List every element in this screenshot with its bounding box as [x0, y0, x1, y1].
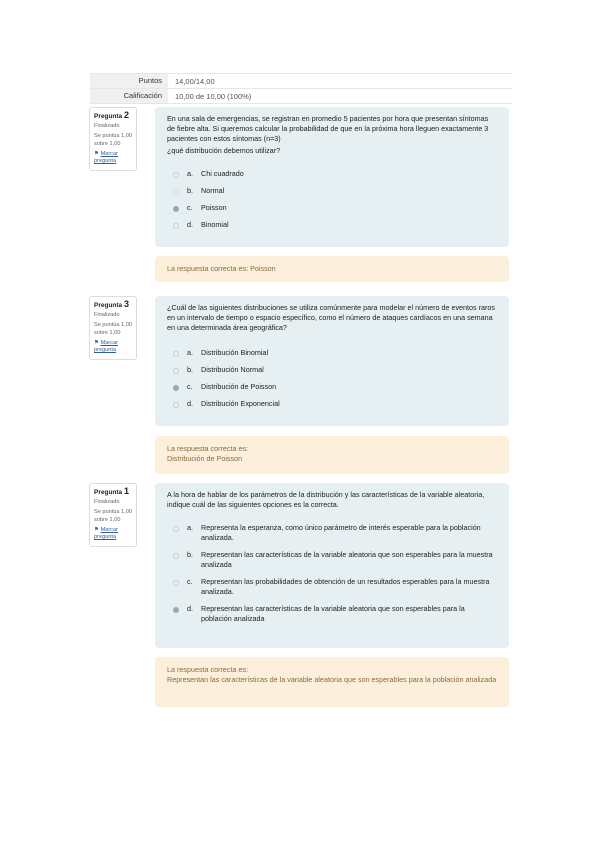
- feedback-box: La respuesta correcta es: Distribución d…: [155, 436, 509, 474]
- feedback-text: La respuesta correcta es:: [167, 444, 249, 453]
- question-state: Finalizado: [94, 123, 120, 130]
- radio-button[interactable]: [173, 189, 179, 195]
- radio-button[interactable]: [173, 402, 179, 408]
- radio-button[interactable]: [173, 368, 179, 374]
- answer-option[interactable]: b. Normal: [167, 186, 497, 196]
- answer-option[interactable]: c. Distribución de Poisson: [167, 382, 497, 392]
- flag-question-link[interactable]: ⚑ Marcar pregunta: [94, 151, 132, 165]
- question-text: A la hora de hablar de los parámetros de…: [167, 490, 485, 509]
- points-label: Puntos: [90, 74, 168, 88]
- question-text: En una sala de emergencias, se registran…: [167, 114, 489, 143]
- question-text: ¿Cuál de las siguientes distribuciones s…: [167, 303, 495, 332]
- flag-icon: ⚑: [94, 339, 100, 346]
- answer-option[interactable]: b. Distribución Normal: [167, 365, 497, 375]
- question-title: Pregunta 1: [94, 486, 129, 497]
- answer-option[interactable]: a. Representa la esperanza, como único pa…: [167, 523, 497, 543]
- question-content: A la hora de hablar de los parámetros de…: [155, 483, 509, 648]
- question-grade: Se puntúa 1,00 sobre 1,00: [94, 133, 132, 147]
- feedback-box: La respuesta correcta es: Representan la…: [155, 657, 509, 707]
- feedback-answer: Distribución de Poisson: [167, 454, 243, 463]
- answer-option[interactable]: a. Chi cuadrado: [167, 169, 497, 179]
- flag-icon: ⚑: [94, 150, 100, 157]
- answer-option[interactable]: b. Representan las características de la …: [167, 550, 497, 570]
- question-content: ¿Cuál de las siguientes distribuciones s…: [155, 296, 509, 426]
- question-grade: Se puntúa 1,00 sobre 1,00: [94, 322, 132, 336]
- grade-value: 10,00 de 10,00 (100%): [175, 91, 252, 101]
- question-info-panel: Pregunta 1 Finalizado Se puntúa 1,00 sob…: [89, 483, 137, 548]
- question-state: Finalizado: [94, 499, 120, 506]
- question-info-panel: Pregunta 3 Finalizado Se puntúa 1,00 sob…: [89, 296, 137, 361]
- radio-button[interactable]: [173, 351, 179, 357]
- question-subtext: ¿qué distribución debemos utilizar?: [167, 146, 281, 155]
- feedback-answer: Representan las características de la va…: [167, 675, 497, 684]
- radio-button[interactable]: [173, 385, 179, 391]
- feedback-text: La respuesta correcta es:: [167, 665, 249, 674]
- radio-button[interactable]: [173, 223, 179, 229]
- points-value: 14,00/14,00: [175, 76, 215, 86]
- flag-icon: ⚑: [94, 526, 100, 533]
- answer-option[interactable]: d. Representan las características de la …: [167, 604, 497, 624]
- answer-option[interactable]: a. Distribución Binomial: [167, 348, 497, 358]
- answer-option[interactable]: c. Representan las probabilidades de obte…: [167, 577, 497, 597]
- question-title: Pregunta 2: [94, 110, 129, 121]
- question-content: En una sala de emergencias, se registran…: [155, 107, 509, 247]
- flag-question-link[interactable]: ⚑ Marcar pregunta: [94, 527, 132, 541]
- feedback-box: La respuesta correcta es: Poisson: [155, 256, 509, 282]
- radio-button[interactable]: [173, 526, 179, 532]
- attempt-summary: Puntos 14,00/14,00 Calificación 10,00 de…: [90, 73, 512, 104]
- radio-button[interactable]: [173, 172, 179, 178]
- question-title: Pregunta 3: [94, 299, 129, 310]
- question-state: Finalizado: [94, 312, 120, 319]
- summary-row-points: Puntos 14,00/14,00: [90, 74, 512, 89]
- radio-button[interactable]: [173, 607, 179, 613]
- question-grade: Se puntúa 1,00 sobre 1,00: [94, 509, 132, 523]
- question-info-panel: Pregunta 2 Finalizado Se puntúa 1,00 sob…: [89, 107, 137, 172]
- radio-button[interactable]: [173, 206, 179, 212]
- answer-option[interactable]: c. Poisson: [167, 203, 497, 213]
- summary-row-grade: Calificación 10,00 de 10,00 (100%): [90, 89, 512, 104]
- radio-button[interactable]: [173, 553, 179, 559]
- flag-question-link[interactable]: ⚑ Marcar pregunta: [94, 340, 132, 354]
- answer-option[interactable]: d. Binomial: [167, 220, 497, 230]
- answer-option[interactable]: d. Distribución Exponencial: [167, 399, 497, 409]
- feedback-text: La respuesta correcta es: Poisson: [167, 264, 276, 273]
- radio-button[interactable]: [173, 580, 179, 586]
- grade-label: Calificación: [90, 89, 168, 103]
